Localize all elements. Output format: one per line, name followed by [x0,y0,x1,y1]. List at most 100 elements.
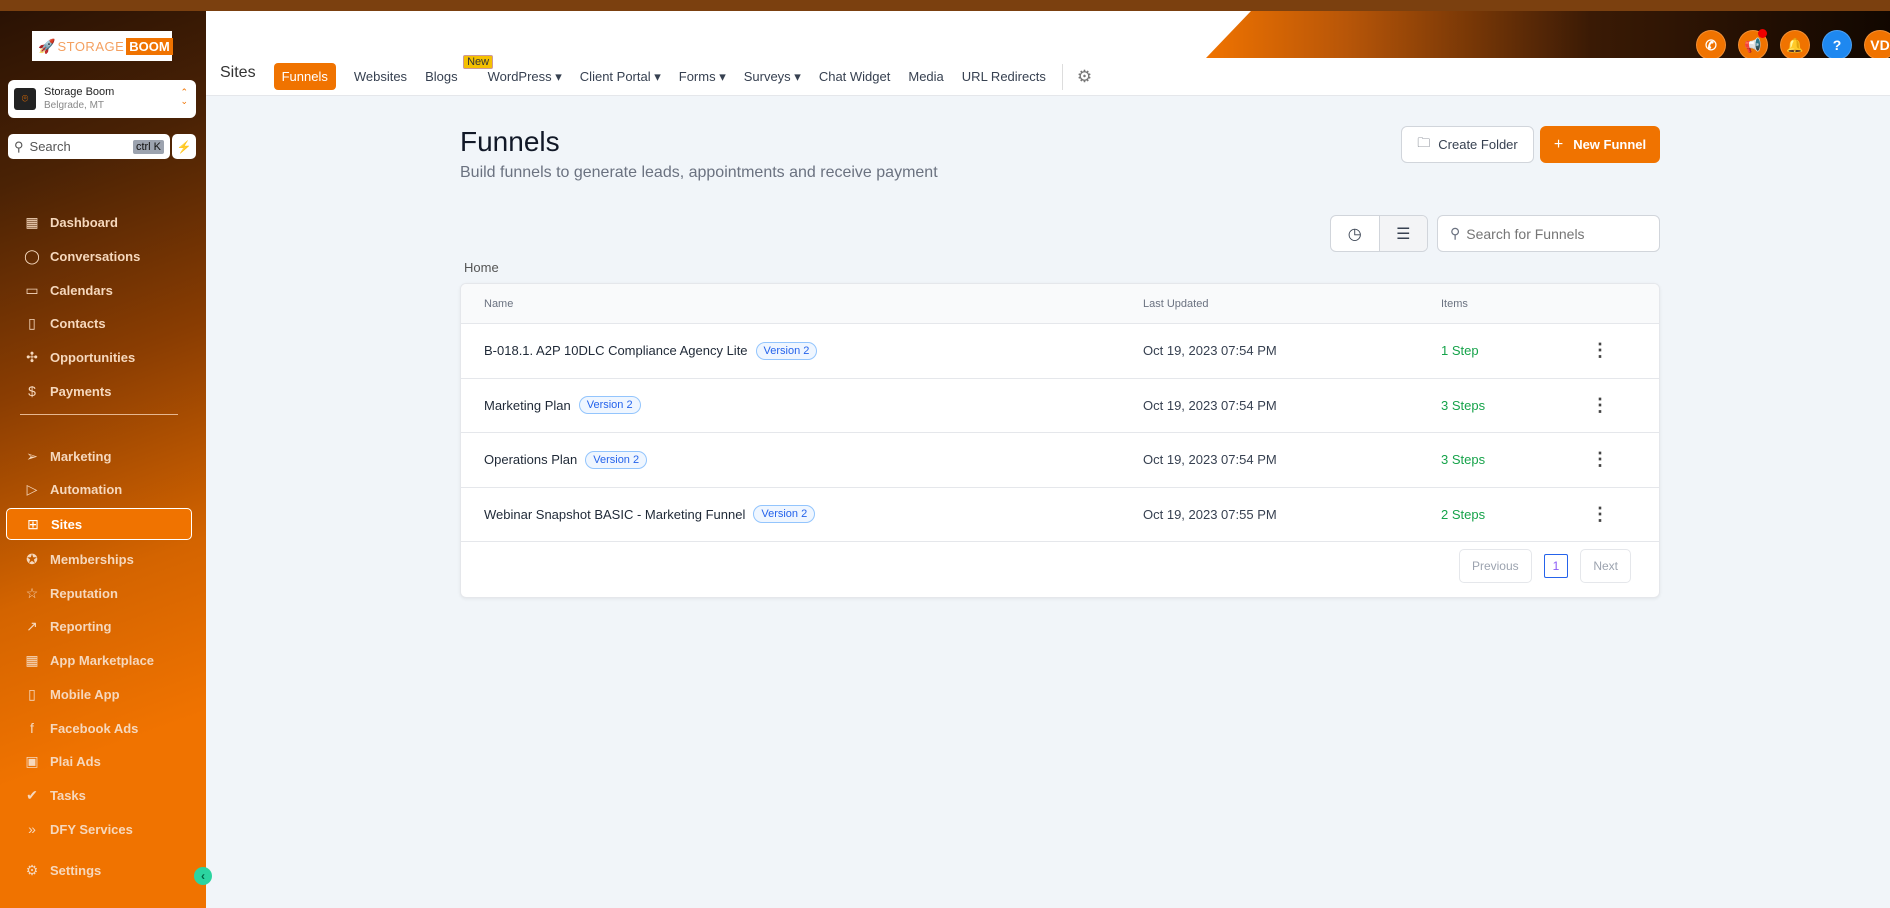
gear-icon: ⚙ [25,861,39,878]
tab-chat-widget[interactable]: Chat Widget [819,69,891,84]
location-name: Storage Boom [44,86,115,98]
collapse-sidebar-button[interactable]: ‹ [194,867,212,885]
new-funnel-button[interactable]: + New Funnel [1540,126,1660,163]
tab-wordpress[interactable]: WordPress ▾ [488,69,562,85]
logo-text: STORAGE [57,38,125,54]
more-options-icon[interactable]: ⋮ [1591,488,1609,542]
trend-icon: ↗ [26,617,38,634]
sidebar-item-dashboard[interactable]: ▦ Dashboard [6,206,192,238]
sidebar-item-memberships[interactable]: ✪ Memberships [6,543,192,575]
version-badge: Version 2 [578,396,641,415]
sidebar-item-label: Plai Ads [50,753,101,769]
tab-websites[interactable]: Websites [354,69,407,84]
create-folder-button[interactable]: 🗀 Create Folder [1401,126,1534,163]
sidebar-item-facebook-ads[interactable]: f Facebook Ads [6,712,192,744]
sidebar-search[interactable]: ⚲ Search ctrl K [8,134,170,159]
check-icon: ✔ [26,786,38,803]
pagination: Previous 1 Next [1458,549,1631,583]
contacts-icon: ▯ [28,314,36,331]
apps-icon: ▦ [25,651,39,668]
award-icon: ✪ [26,550,38,567]
list-icon[interactable]: ☰ [1378,216,1427,251]
automation-icon: ▷ [26,480,38,497]
sidebar-item-reporting[interactable]: ↗ Reporting [6,610,192,642]
sidebar-item-tasks[interactable]: ✔ Tasks [6,779,192,811]
more-options-icon[interactable]: ⋮ [1591,379,1609,433]
column-name: Name [484,297,514,310]
sidebar-divider [20,414,178,415]
sidebar-item-opportunities[interactable]: ✣ Opportunities [6,341,192,373]
calendar-icon: ▭ [25,281,39,298]
sidebar-item-label: Memberships [50,551,134,567]
help-icon[interactable]: ? [1822,30,1852,58]
avatar[interactable]: VD [1864,30,1890,58]
sidebar-item-reputation[interactable]: ☆ Reputation [6,577,192,609]
location-city: Belgrade, MT [44,100,105,111]
gear-icon[interactable]: ⚙ [1077,67,1092,87]
megaphone-icon[interactable]: 📢 [1738,29,1768,58]
plus-icon: + [1553,135,1564,153]
items-count: 1 Step [1441,343,1479,359]
clock-icon[interactable]: ◷ [1331,216,1379,251]
page-1-button[interactable]: 1 [1543,554,1569,578]
sidebar-item-settings[interactable]: ⚙ Settings [6,854,192,886]
tab-funnels[interactable]: Funnels [273,63,336,90]
tab-label: Blogs [425,69,458,84]
tab-client-portal[interactable]: Client Portal ▾ [580,69,661,85]
funnel-search[interactable]: ⚲ [1437,215,1660,252]
sidebar-item-dfy-services[interactable]: » DFY Services [6,813,192,845]
sidebar-item-conversations[interactable]: ◯ Conversations [6,240,192,272]
funnel-name[interactable]: Marketing Plan [484,398,571,413]
sidebar-item-payments[interactable]: $ Payments [6,375,192,407]
sidebar-item-app-marketplace[interactable]: ▦ App Marketplace [6,644,192,676]
sidebar-item-contacts[interactable]: ▯ Contacts [6,307,192,339]
more-options-icon[interactable]: ⋮ [1591,324,1609,378]
tab-surveys[interactable]: Surveys ▾ [744,69,801,85]
sidebar-item-calendars[interactable]: ▭ Calendars [6,274,192,306]
sidebar-item-automation[interactable]: ▷ Automation [6,473,192,505]
sidebar-item-plai-ads[interactable]: ▣ Plai Ads [6,745,192,777]
dashboard-icon: ▦ [25,213,39,230]
breadcrumb[interactable]: Home [464,260,499,275]
logo: 🚀 STORAGE BOOM [32,31,173,61]
table-row[interactable]: Webinar Snapshot BASIC - Marketing Funne… [461,488,1659,542]
location-switcher[interactable]: ⌾ Storage Boom Belgrade, MT ⌃ ⌄ [8,80,196,118]
previous-button[interactable]: Previous [1458,549,1532,583]
button-label: New Funnel [1573,137,1647,152]
bell-icon[interactable]: 🔔 [1780,30,1810,58]
table-row[interactable]: B-018.1. A2P 10DLC Compliance Agency Lit… [461,324,1659,379]
version-badge: Version 2 [585,450,648,469]
sidebar-item-label: Reporting [50,618,112,634]
column-last-updated: Last Updated [1143,297,1209,310]
sidebar-item-label: Facebook Ads [50,720,139,736]
search-placeholder: Search [29,139,71,154]
last-updated: Oct 19, 2023 07:54 PM [1143,452,1277,468]
tab-blogs[interactable]: Blogs New [425,55,494,84]
quick-action-bolt-icon[interactable]: ⚡ [172,134,196,159]
funnel-name[interactable]: Operations Plan [484,452,577,467]
sidebar-item-label: Payments [50,383,112,399]
items-count: 3 Steps [1441,397,1486,413]
phone-icon[interactable]: ✆ [1696,30,1726,58]
sidebar-item-sites[interactable]: ⊞ Sites [6,508,192,540]
sidebar-item-label: Mobile App [50,686,120,702]
funnel-name[interactable]: B-018.1. A2P 10DLC Compliance Agency Lit… [484,343,748,358]
sidebar-item-label: Sites [51,516,83,532]
sidebar-item-label: App Marketplace [50,652,155,668]
sidebar-item-mobile-app[interactable]: ▯ Mobile App [6,678,192,710]
version-badge: Version 2 [753,505,816,524]
table-row[interactable]: Operations Plan Version 2 Oct 19, 2023 07… [461,433,1659,488]
shortcut-badge: ctrl K [132,139,164,154]
next-button[interactable]: Next [1580,549,1631,583]
sidebar-item-marketing[interactable]: ➢ Marketing [6,440,192,472]
table-row[interactable]: Marketing Plan Version 2 Oct 19, 2023 07:… [461,379,1659,433]
funnel-name[interactable]: Webinar Snapshot BASIC - Marketing Funne… [484,507,745,522]
more-options-icon[interactable]: ⋮ [1591,433,1609,487]
tab-media[interactable]: Media [908,69,943,84]
search-input[interactable] [1466,225,1647,242]
tab-url-redirects[interactable]: URL Redirects [962,69,1046,84]
tab-forms[interactable]: Forms ▾ [679,69,726,85]
double-chevron-icon: » [28,821,36,837]
mobile-icon: ▯ [28,685,36,702]
divider [1061,63,1063,90]
